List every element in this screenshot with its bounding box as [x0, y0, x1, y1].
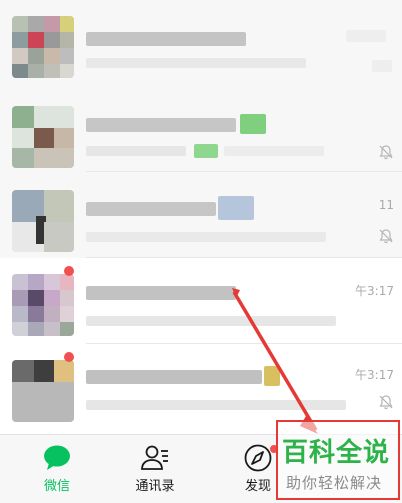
watermark-subtitle: 助你轻松解决: [286, 474, 383, 492]
watermark-title: 百科全说: [282, 438, 391, 468]
watermark-box: 百科全说 助你轻松解决: [276, 420, 400, 500]
